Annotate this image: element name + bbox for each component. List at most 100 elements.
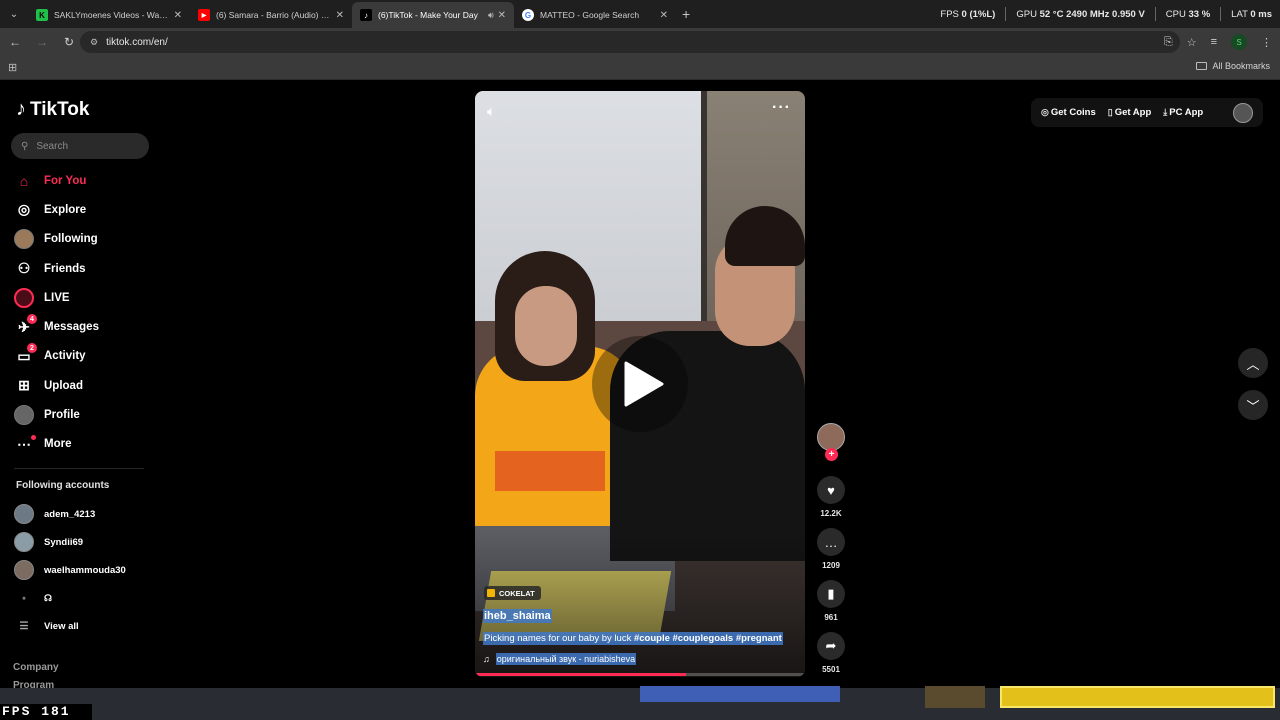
sidebar-item-for-you[interactable]: ⌂ For You: [14, 166, 154, 195]
browser-tabbar: ⌄ K SAKLYmoenes Videos - Watch C ✕ ▶ (6)…: [0, 0, 1280, 28]
profile-icon: [14, 405, 34, 426]
close-tab-icon[interactable]: ✕: [660, 10, 668, 21]
user-avatar[interactable]: [1233, 103, 1253, 123]
browser-toolbar: ← → ↻ ⚙ tiktok.com/en/: [0, 28, 1280, 56]
sidebar-item-label: More: [44, 438, 72, 451]
sidebar-item-label: Activity: [44, 350, 86, 363]
pc-app-button[interactable]: ⤓ PC App: [1163, 107, 1203, 118]
url-text: tiktok.com/en/: [106, 36, 168, 48]
audio-playing-icon[interactable]: 🔊︎: [488, 10, 494, 21]
get-coins-button[interactable]: ◎ Get Coins: [1041, 107, 1096, 118]
kick-favicon-icon: K: [36, 9, 48, 21]
browser-menu-icon[interactable]: ⋮: [1261, 36, 1272, 49]
bookmark-star-icon[interactable]: ☆: [1187, 36, 1197, 49]
reload-icon[interactable]: ↻: [57, 30, 81, 54]
forward-icon[interactable]: →: [30, 30, 54, 54]
account-name: Syndii69: [44, 536, 84, 548]
video-player[interactable]: 🔈︎ ··· COKELAT iheb_shaima Picking names…: [475, 91, 805, 677]
sidebar-item-live[interactable]: LIVE: [14, 283, 154, 312]
bookmarks-bar: ⊞ All Bookmarks: [0, 56, 1280, 80]
site-info-icon[interactable]: ⚙: [90, 37, 98, 48]
new-tab-button[interactable]: +: [682, 6, 690, 22]
spinner-icon: ∘: [21, 593, 27, 603]
search-input[interactable]: ⚲ Search: [11, 133, 149, 159]
video-tag-badge[interactable]: COKELAT: [484, 586, 541, 600]
sidebar-item-explore[interactable]: ◎ Explore: [14, 195, 154, 224]
music-title: оригинальный звук - nuriabisheva: [495, 653, 637, 665]
video-author-username[interactable]: iheb_shaima: [483, 609, 552, 623]
creator-avatar[interactable]: [817, 423, 845, 451]
follow-plus-icon[interactable]: +: [825, 448, 838, 461]
avatar: [14, 504, 34, 524]
more-icon: ⋯: [14, 434, 36, 454]
browser-tab-3[interactable]: G MATTEO - Google Search ✕: [514, 2, 676, 28]
pc-app-label: PC App: [1169, 107, 1204, 118]
close-tab-icon[interactable]: ✕: [498, 10, 506, 21]
comment-icon[interactable]: …: [817, 528, 845, 556]
sidebar-item-messages[interactable]: ✈ 4 Messages: [14, 312, 154, 341]
gpu-volt: 0.950 V: [1112, 8, 1145, 20]
message-icon: ✈ 4: [14, 314, 37, 337]
sidebar-item-activity[interactable]: ▭ 2 Activity: [14, 342, 154, 371]
performance-overlay: FPS 0 (1%L) GPU 52 °C 2490 MHz 0.950 V C…: [940, 0, 1272, 28]
video-music[interactable]: ♫ оригинальный звук - nuriabisheva: [483, 653, 637, 665]
bookmark-icon[interactable]: ▮: [817, 580, 845, 608]
fps-value: 0 (1%L): [961, 8, 996, 20]
like-action[interactable]: ♥ 12.2K: [813, 476, 849, 518]
search-placeholder: Search: [36, 140, 69, 152]
heart-icon[interactable]: ♥: [817, 476, 845, 504]
profile-avatar-icon[interactable]: S: [1231, 34, 1247, 50]
play-button[interactable]: [592, 336, 688, 432]
more-options-icon[interactable]: ···: [772, 99, 791, 117]
share-action[interactable]: ➦ 5501: [813, 632, 849, 674]
tiktok-logo[interactable]: ♪ TikTok: [16, 98, 89, 121]
following-account[interactable]: waelhammouda30: [14, 556, 154, 584]
hashtag-links[interactable]: #couple #couplegoals #pregnant: [634, 633, 782, 644]
back-icon[interactable]: ←: [3, 30, 27, 54]
next-video-button[interactable]: ﹀: [1238, 390, 1268, 420]
sidebar-item-following[interactable]: Following: [14, 225, 154, 254]
tab-search-button[interactable]: ⌄: [0, 0, 28, 28]
close-tab-icon[interactable]: ✕: [336, 10, 344, 21]
browser-tab-1[interactable]: ▶ (6) Samara - Barrio (Audio) - Yo ✕: [190, 2, 352, 28]
browser-tab-2[interactable]: ♪ (6)TikTok - Make Your Day 🔊︎ ✕: [352, 2, 514, 28]
address-bar[interactable]: ⚙ tiktok.com/en/: [80, 31, 1180, 53]
more-dot-badge: [31, 435, 36, 441]
coin-icon: ◎: [1041, 107, 1049, 117]
headphones-icon: ☊: [44, 592, 52, 603]
share-icon[interactable]: ➦: [817, 632, 845, 660]
divider: [14, 468, 144, 469]
all-bookmarks-button[interactable]: All Bookmarks: [1196, 61, 1270, 71]
avatar: [14, 532, 34, 552]
sidebar-item-label: Friends: [44, 262, 86, 275]
following-account[interactable]: adem_4213: [14, 500, 154, 528]
install-app-icon[interactable]: ⎘: [1164, 36, 1173, 49]
comment-count: 1209: [822, 561, 840, 570]
video-frame-doorframe: [701, 91, 707, 351]
following-accounts-heading: Following accounts: [16, 480, 110, 491]
save-action[interactable]: ▮ 961: [813, 580, 849, 622]
media-controls-icon[interactable]: ≡: [1211, 36, 1217, 48]
volume-icon[interactable]: 🔈︎: [487, 103, 495, 120]
apps-grid-icon[interactable]: ⊞: [8, 61, 17, 74]
previous-video-button[interactable]: ︿: [1238, 348, 1268, 378]
sidebar-item-more[interactable]: ⋯ More: [14, 430, 154, 459]
following-account[interactable]: Syndii69: [14, 528, 154, 556]
sidebar-item-upload[interactable]: ⊞ Upload: [14, 371, 154, 400]
get-app-button[interactable]: ▯ Get App: [1108, 107, 1152, 118]
lat-label: LAT: [1231, 8, 1248, 20]
sidebar-item-profile[interactable]: Profile: [14, 400, 154, 429]
view-all-label: View all: [44, 620, 79, 632]
video-progress-bar[interactable]: [475, 673, 805, 676]
comment-action[interactable]: … 1209: [813, 528, 849, 570]
browser-tab-0[interactable]: K SAKLYmoenes Videos - Watch C ✕: [28, 2, 190, 28]
view-all-button[interactable]: ☰ View all: [14, 612, 154, 640]
upload-icon: ⊞: [18, 377, 30, 394]
footer-company-link[interactable]: Company: [13, 662, 59, 673]
share-count: 5501: [822, 665, 840, 674]
tag-icon: [487, 589, 495, 597]
video-description: Picking names for our baby by luck #coup…: [483, 632, 783, 645]
close-tab-icon[interactable]: ✕: [174, 10, 182, 21]
sidebar-item-friends[interactable]: ⚇ Friends: [14, 254, 154, 283]
divider: [1154, 7, 1156, 21]
